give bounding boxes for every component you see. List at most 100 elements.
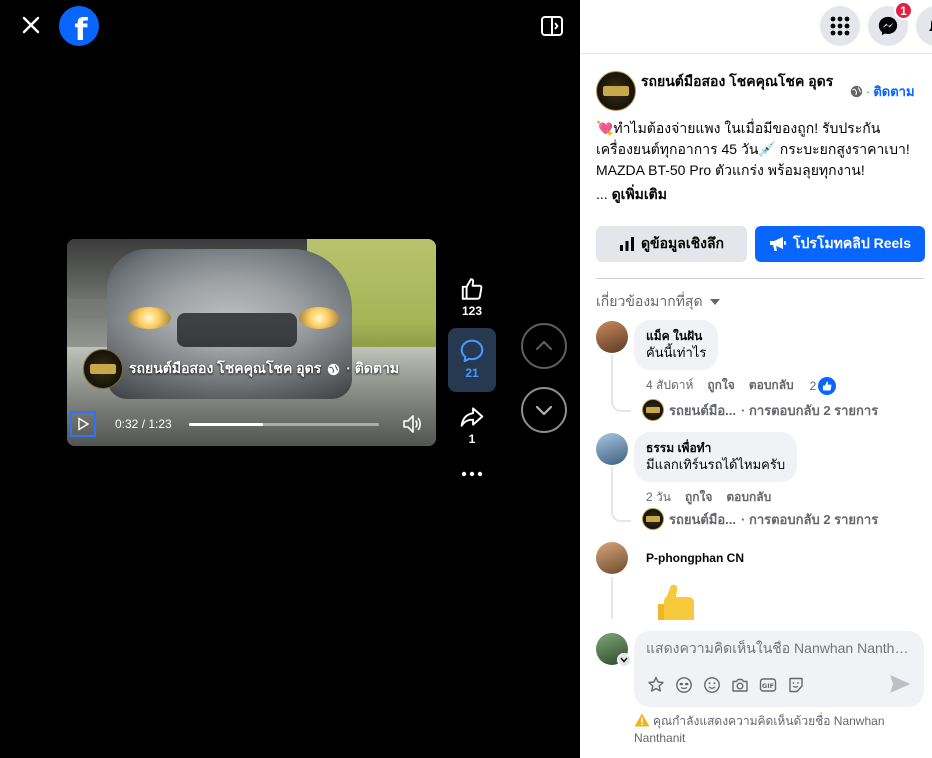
- comment-bubble: แม็ค ในฝัน คันนี้เท่าไร: [634, 320, 719, 370]
- reaction-count: 2: [809, 378, 817, 393]
- reel-actions: 123 21 1: [448, 268, 496, 496]
- comment-time[interactable]: 2 วัน: [646, 488, 671, 507]
- more-options-button[interactable]: [448, 462, 496, 496]
- play-button[interactable]: [70, 411, 96, 437]
- composer-tools: GIF: [646, 675, 806, 695]
- video-controls: 0:32 / 1:23: [67, 407, 436, 443]
- comment-sort-dropdown[interactable]: เกี่ยวข้องมากที่สุด: [596, 291, 721, 313]
- gif-button[interactable]: GIF: [758, 675, 778, 695]
- grid-menu-icon: [830, 16, 850, 36]
- comment-like-button[interactable]: ถูกใจ: [685, 488, 712, 507]
- chevron-down-icon: [535, 405, 553, 416]
- comment-bubble: ธรรม เพื่อทำ มีแลกเทิร์นรถได้ไหมครับ: [634, 432, 798, 482]
- comment-button[interactable]: 21: [448, 328, 496, 392]
- section-divider: [596, 278, 924, 279]
- video-progress-bar[interactable]: [189, 423, 379, 426]
- toggle-sidebar-button[interactable]: [540, 14, 564, 38]
- close-button[interactable]: [16, 10, 46, 40]
- post-sidebar: 1 รถยนต์มือสอง โชคคุณโชค อุดร · ติดตาม 💘…: [580, 0, 932, 758]
- comment-time[interactable]: 4 สัปดาห์: [646, 376, 693, 395]
- commenter-avatar[interactable]: [596, 542, 628, 574]
- notifications-button[interactable]: [916, 6, 932, 46]
- reply-count: · การตอบกลับ 2 รายการ: [741, 402, 879, 418]
- reaction-summary[interactable]: 2: [809, 376, 837, 395]
- see-more-link[interactable]: ดูเพิ่มเติม: [612, 186, 667, 202]
- comment-count: 21: [465, 366, 479, 380]
- video-viewer: f รถยนต์มือสอง โชคคุณโชค อุดร · ติดตาม 0…: [0, 0, 580, 758]
- commenter-name[interactable]: P-phongphan CN: [646, 550, 744, 566]
- gif-icon: GIF: [759, 678, 777, 692]
- commenter-avatar[interactable]: [596, 321, 628, 353]
- like-button[interactable]: 123: [448, 268, 496, 324]
- play-icon: [78, 417, 90, 431]
- comment-text: มีแลกเทิร์นรถได้ไหมครับ: [646, 457, 786, 472]
- photo-button[interactable]: [730, 675, 750, 695]
- facebook-f-icon: f: [74, 12, 88, 48]
- mask-icon: [676, 677, 692, 693]
- commenter-name[interactable]: ธรรม เพื่อทำ: [646, 440, 785, 456]
- facebook-logo[interactable]: f: [59, 6, 99, 48]
- send-comment-button[interactable]: [890, 675, 912, 695]
- chevron-down-icon: [620, 657, 628, 663]
- speaker-icon: [403, 415, 422, 433]
- video-follow-button[interactable]: · ติดตาม: [346, 358, 399, 380]
- video-player[interactable]: รถยนต์มือสอง โชคคุณโชค อุดร · ติดตาม 0:3…: [67, 239, 436, 446]
- warning-icon: [634, 713, 650, 727]
- post-author-avatar[interactable]: [596, 71, 636, 111]
- reply-author-avatar: [642, 508, 664, 530]
- sticker-button[interactable]: [786, 675, 806, 695]
- reply-author-name: รถยนต์มือ...: [669, 511, 737, 527]
- comment-reply-button[interactable]: ตอบกลับ: [749, 376, 794, 395]
- commenter-avatar[interactable]: [596, 433, 628, 465]
- emoji-button[interactable]: [702, 675, 722, 695]
- volume-button[interactable]: [401, 413, 427, 437]
- notice-text: คุณกำลังแสดงความคิดเห็นด้วยชื่อ Nanwhan …: [634, 714, 885, 745]
- commenter-name[interactable]: แม็ค ในฝัน: [646, 328, 706, 344]
- comment-like-button[interactable]: ถูกใจ: [707, 376, 734, 395]
- meta-separator: ·: [866, 84, 871, 99]
- insights-button[interactable]: ดูข้อมูลเชิงลึก: [596, 226, 747, 262]
- video-progress-fill: [189, 423, 264, 426]
- emoji-mask-button[interactable]: [674, 675, 694, 695]
- post-author-name[interactable]: รถยนต์มือสอง โชคคุณโชค อุดร: [641, 72, 841, 91]
- close-icon: [22, 16, 40, 34]
- like-reaction-icon: [818, 376, 837, 395]
- video-owner-name[interactable]: รถยนต์มือสอง โชคคุณโชค อุดร: [129, 358, 321, 380]
- comment-reply-button[interactable]: ตอบกลับ: [726, 488, 771, 507]
- video-owner-avatar[interactable]: [83, 349, 123, 389]
- comment-bubble-icon: [460, 339, 484, 363]
- thread-line: [611, 467, 613, 508]
- avatar-sticker-button[interactable]: [646, 675, 666, 695]
- post-buttons: ดูข้อมูลเชิงลึก โปรโมทคลิป Reels: [596, 226, 926, 262]
- menu-button[interactable]: [820, 6, 860, 46]
- promote-reel-button[interactable]: โปรโมทคลิป Reels: [755, 226, 925, 262]
- see-more-row: ... ดูเพิ่มเติม: [596, 184, 667, 206]
- previous-reel-button[interactable]: [521, 323, 567, 369]
- promote-label: โปรโมทคลิป Reels: [793, 235, 911, 251]
- reply-author-avatar: [642, 399, 664, 421]
- post-header: รถยนต์มือสอง โชคคุณโชค อุดร · ติดตาม: [596, 70, 926, 112]
- svg-text:GIF: GIF: [762, 682, 774, 690]
- view-replies-link[interactable]: รถยนต์มือ... · การตอบกลับ 2 รายการ: [642, 508, 878, 530]
- sticker-icon: [789, 677, 803, 693]
- thread-connector: [611, 506, 631, 522]
- see-more-ellipsis: ...: [596, 186, 608, 202]
- post-caption: 💘ทำไมต้องจ่ายแพง ในเมื่อมีของถูก! รับประ…: [596, 120, 910, 178]
- chevron-up-icon: [535, 340, 553, 351]
- comment-actions: 2 วัน ถูกใจ ตอบกลับ: [646, 488, 771, 507]
- split-view-icon: [541, 16, 563, 36]
- share-button[interactable]: 1: [448, 396, 496, 458]
- video-time: 0:32 / 1:23: [115, 417, 172, 431]
- view-replies-link[interactable]: รถยนต์มือ... · การตอบกลับ 2 รายการ: [642, 399, 878, 421]
- insights-label: ดูข้อมูลเชิงลึก: [640, 235, 725, 251]
- comment-text: คันนี้เท่าไร: [646, 345, 707, 360]
- post-meta: · ติดตาม: [850, 81, 915, 102]
- comment-composer: GIF: [634, 631, 924, 707]
- smiley-icon: [704, 677, 720, 693]
- follow-button[interactable]: ติดตาม: [873, 81, 914, 102]
- comment-actions: 4 สัปดาห์ ถูกใจ ตอบกลับ 2: [646, 376, 837, 395]
- bell-icon: [929, 19, 932, 31]
- switch-profile-button[interactable]: [617, 653, 631, 667]
- comment-input[interactable]: [646, 640, 912, 656]
- next-reel-button[interactable]: [521, 387, 567, 433]
